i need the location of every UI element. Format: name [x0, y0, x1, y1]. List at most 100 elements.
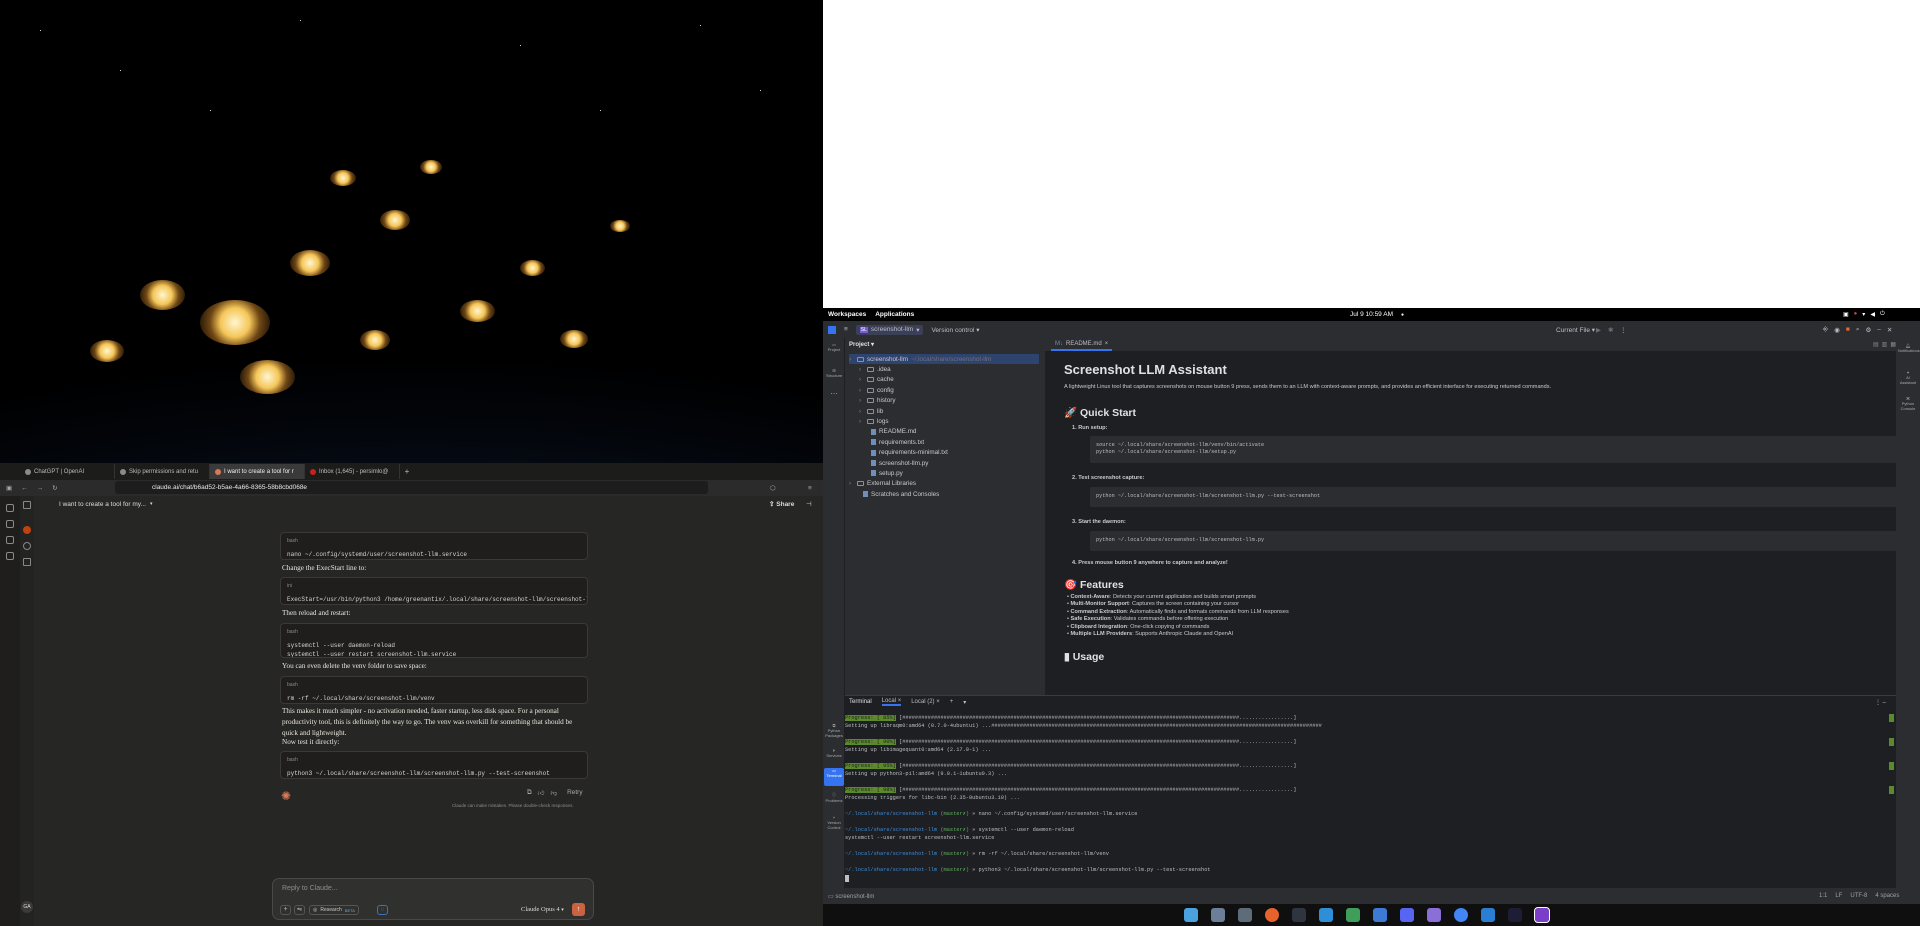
projects-icon[interactable] [23, 558, 31, 566]
chats-icon[interactable] [23, 542, 31, 550]
conversation-title[interactable]: I want to create a tool for my... [59, 501, 146, 508]
record-icon[interactable]: ● [1854, 311, 1858, 318]
app-grid-icon[interactable] [1238, 908, 1252, 922]
menu-icon[interactable]: ≡ [808, 485, 812, 492]
more-tools-icon[interactable]: ⋯ [826, 390, 842, 398]
debug-icon[interactable]: ✱ [1608, 326, 1613, 334]
terminal-options-icon[interactable]: ⋮ – [1875, 699, 1886, 706]
chat-input[interactable]: Reply to Claude... + ⇋ ◎ Research BETA ◌… [272, 878, 594, 920]
structure-tool-icon[interactable]: ⊞ Structure [826, 368, 842, 384]
network-icon[interactable]: ▾ [1862, 311, 1865, 318]
send-button[interactable]: ↑ [572, 903, 585, 916]
browser-tab[interactable]: ChatGPT | OpenAI [20, 464, 115, 479]
share-button[interactable]: ⇪ Share [769, 500, 794, 508]
python-console-icon[interactable]: ⌘ Python Console [1898, 396, 1918, 411]
tree-item[interactable]: setup.py [863, 468, 903, 478]
new-chat-button[interactable] [23, 526, 31, 534]
tree-item[interactable]: › config [859, 385, 894, 395]
run-config-selector[interactable]: Current File ▾ [1556, 326, 1595, 334]
file-encoding[interactable]: UTF-8 [1850, 893, 1867, 899]
workspaces-button[interactable]: Workspaces [828, 311, 866, 318]
reload-icon[interactable]: ↻ [52, 484, 57, 492]
chevron-right-icon[interactable]: › [849, 356, 854, 363]
bookmarks-icon[interactable] [6, 520, 14, 528]
gear-icon[interactable]: ⚙ [1865, 326, 1871, 334]
retry-button[interactable]: Retry [567, 789, 583, 797]
chevron-right-icon[interactable]: › [849, 480, 854, 487]
app-icon[interactable] [1427, 908, 1441, 922]
chevron-right-icon[interactable]: › [859, 387, 864, 394]
sidebar-panel-icon[interactable] [6, 504, 14, 512]
thumbs-down-icon[interactable]: 👎︎ [550, 789, 557, 797]
tree-item[interactable]: Scratches and Consoles [855, 489, 939, 499]
files-icon[interactable] [1211, 908, 1225, 922]
firefox-icon[interactable] [1265, 908, 1279, 922]
minimize-icon[interactable]: – [1877, 326, 1881, 334]
volume-icon[interactable]: ◀ [1870, 311, 1875, 318]
caret-position[interactable]: 1:1 [1819, 893, 1827, 899]
power-icon[interactable]: ⏻ [1880, 311, 1885, 318]
tree-item[interactable]: › External Libraries [849, 479, 916, 489]
notifications-icon[interactable]: 🔔︎ Notifications [1898, 343, 1920, 353]
browser-tab-active[interactable]: I want to create a tool for r [210, 464, 305, 479]
tree-item[interactable]: › lib [859, 406, 883, 416]
search-icon[interactable]: ⌕ [1856, 326, 1860, 334]
sidebar-toggle-icon[interactable]: ▣ [6, 484, 12, 492]
vcs-selector[interactable]: Version control ▾ [931, 326, 979, 334]
tray-icon[interactable]: ▣ [1843, 311, 1849, 318]
browser-tab[interactable]: Skip permissions and retu [115, 464, 210, 479]
thumbs-up-icon[interactable]: 👍︎ [538, 789, 545, 797]
indent-setting[interactable]: 4 spaces [1875, 893, 1899, 899]
pycharm-icon[interactable] [1508, 908, 1522, 922]
tab-local-2[interactable]: Local (2) × [911, 699, 940, 705]
tab-local[interactable]: Local × [881, 698, 902, 706]
chevron-right-icon[interactable]: › [859, 397, 864, 404]
avatar[interactable]: GA [21, 901, 33, 913]
chevron-right-icon[interactable]: › [859, 376, 864, 383]
chevron-right-icon[interactable]: › [859, 366, 864, 373]
chevron-right-icon[interactable]: › [859, 418, 864, 425]
model-selector[interactable]: Claude Opus 4 ▾ [521, 906, 564, 913]
ai-assistant-icon[interactable]: ✦ AI Assistant [1898, 370, 1918, 385]
extensions-icon[interactable]: ⬡ [770, 484, 776, 492]
project-tool-icon[interactable]: ▭ Project [826, 342, 842, 358]
tree-item[interactable]: README.md [863, 427, 916, 437]
folder-icon[interactable] [1319, 908, 1333, 922]
problems-icon[interactable]: ⓘ Problems [824, 792, 844, 803]
chevron-down-icon[interactable]: ▾ [963, 699, 966, 706]
clock[interactable]: Jul 9 10:59 AM [1350, 311, 1393, 318]
services-icon[interactable]: ⏵ Services [824, 748, 844, 758]
line-ending[interactable]: LF [1835, 893, 1842, 899]
more-icon[interactable]: ⋮ [1620, 326, 1627, 334]
browser-tab[interactable]: Inbox (1,645) - persimlo@ [305, 464, 400, 479]
new-tab-button[interactable]: + [400, 467, 414, 476]
address-bar[interactable]: claude.ai/chat/b6ad52-b5ae-4a66-8365-58b… [115, 481, 708, 494]
terminal-tool-icon[interactable]: ▭ Terminal [824, 768, 844, 786]
add-button[interactable]: + [280, 905, 291, 915]
applications-menu[interactable]: Applications [875, 311, 914, 318]
terminal-icon[interactable] [1292, 908, 1306, 922]
tab-readme[interactable]: M↓ README.md × [1051, 339, 1113, 351]
python-packages-icon[interactable]: ⧉ Python Packages [824, 723, 844, 738]
discord-icon[interactable] [1400, 908, 1414, 922]
tree-item[interactable]: requirements.txt [863, 437, 924, 447]
research-button[interactable]: ◎ Research BETA [309, 905, 359, 915]
chevron-down-icon[interactable]: ▾ [150, 501, 153, 507]
close-icon[interactable]: ✕ [1887, 326, 1892, 334]
project-selector[interactable]: SL screenshot-llm ▾ [855, 324, 924, 335]
main-menu-icon[interactable]: ≡ [844, 326, 848, 333]
tree-item[interactable]: › screenshot-llm ~/.local/share/screenshot… [849, 354, 1039, 364]
version-control-icon[interactable]: ⑂ Version Control [824, 815, 844, 830]
screenshot-app-icon[interactable] [1184, 908, 1198, 922]
web-search-icon[interactable]: ◌ [377, 905, 388, 915]
tree-item[interactable]: screenshot-llm.py [863, 458, 928, 468]
close-icon[interactable]: × [1105, 341, 1109, 347]
tree-item[interactable]: › cache [859, 375, 894, 385]
chrome-icon[interactable] [1454, 908, 1468, 922]
new-terminal-button[interactable]: + [950, 699, 954, 705]
vscode-icon[interactable] [1481, 908, 1495, 922]
tree-item[interactable]: requirements-minimal.txt [863, 448, 948, 458]
forward-icon[interactable]: → [37, 485, 44, 492]
tools-icon[interactable]: ⇋ [294, 905, 305, 915]
settings-icon[interactable]: ⊣ [806, 500, 812, 508]
